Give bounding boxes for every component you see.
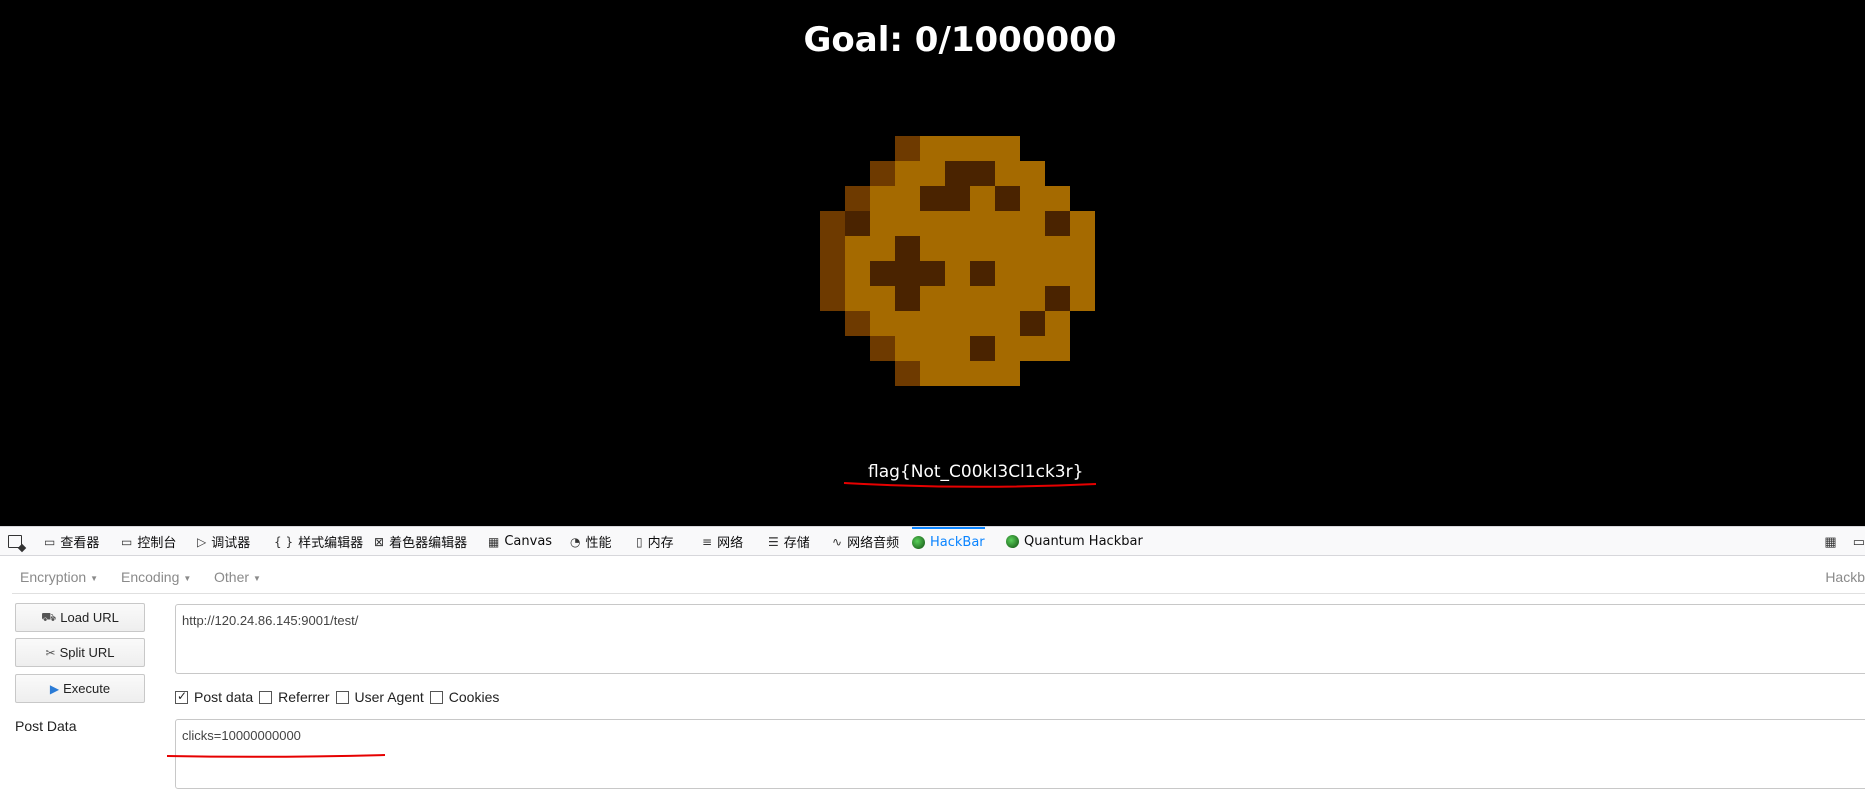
url-textarea[interactable]: http://120.24.86.145:9001/test/ xyxy=(175,604,1865,674)
tab-shader-editor[interactable]: ⊠ 着色器编辑器 xyxy=(374,527,467,556)
tab-inspector[interactable]: ▭ 查看器 xyxy=(44,527,99,556)
split-url-button[interactable]: ✂ Split URL xyxy=(15,638,145,667)
post-data-textarea[interactable]: clicks=10000000000 xyxy=(175,719,1865,789)
cookie-button[interactable] xyxy=(820,136,1095,386)
post-data-checkbox-label: Post data xyxy=(194,689,254,705)
hackbar-menu: Encryption ▼ Encoding ▼ Other ▼ Hackb xyxy=(0,563,1865,593)
network-icon: ≡ xyxy=(702,534,713,549)
load-icon: ⛟ xyxy=(41,609,57,624)
hackbar-icon xyxy=(912,536,925,549)
cookies-checkbox[interactable] xyxy=(429,690,443,704)
encryption-menu[interactable]: Encryption ▼ xyxy=(20,569,98,585)
referrer-checkbox[interactable] xyxy=(259,690,273,704)
debugger-icon: ▷ xyxy=(197,534,207,549)
web-page: Goal: 0/1000000 flag{Not_C00kI3Cl1ck3r} xyxy=(0,0,1865,526)
post-data-checkbox[interactable] xyxy=(175,689,188,704)
caret-down-icon: ▼ xyxy=(253,573,261,583)
execute-button[interactable]: ▶ Execute xyxy=(15,674,145,703)
scissors-icon: ✂ xyxy=(45,645,56,660)
tab-memory[interactable]: ▯ 内存 xyxy=(636,527,674,556)
tab-storage[interactable]: ☰ 存储 xyxy=(768,527,810,556)
element-picker-icon[interactable] xyxy=(8,535,22,548)
cookies-checkbox-label: Cookies xyxy=(448,689,500,705)
divider xyxy=(12,593,1865,594)
post-data-annotation-underline xyxy=(166,754,386,758)
performance-icon: ◔ xyxy=(570,534,581,549)
tab-web-audio[interactable]: ∿ 网络音频 xyxy=(832,527,899,556)
encoding-menu[interactable]: Encoding ▼ xyxy=(121,569,191,585)
hackbar-brand: Hackb xyxy=(1825,569,1865,585)
devtools-tabbar: ▭ 查看器 ▭ 控制台 ▷ 调试器 { } 样式编辑器 ⊠ 着色器编辑器 ▦ C… xyxy=(0,526,1865,556)
storage-icon: ☰ xyxy=(768,534,779,549)
waveform-icon: ∿ xyxy=(832,534,843,549)
braces-icon: { } xyxy=(274,534,294,549)
tab-performance[interactable]: ◔ 性能 xyxy=(570,527,612,556)
tab-hackbar[interactable]: HackBar xyxy=(912,527,985,556)
play-icon: ▶ xyxy=(49,681,60,696)
option-checkboxes: Post data Referrer User Agent Cookies xyxy=(175,689,505,705)
tab-network[interactable]: ≡ 网络 xyxy=(702,527,743,556)
canvas-icon: ▦ xyxy=(488,534,500,549)
console-icon: ▭ xyxy=(121,534,133,549)
devtools-right-controls: ▦ ▭ xyxy=(1824,534,1865,550)
calendar-icon[interactable]: ▦ xyxy=(1824,534,1836,550)
post-data-label: Post Data xyxy=(15,718,77,734)
user-agent-checkbox[interactable] xyxy=(335,690,349,704)
tab-console[interactable]: ▭ 控制台 xyxy=(121,527,176,556)
tab-debugger[interactable]: ▷ 调试器 xyxy=(197,527,250,556)
caret-down-icon: ▼ xyxy=(183,573,192,583)
user-agent-checkbox-label: User Agent xyxy=(354,689,424,705)
goal-heading: Goal: 0/1000000 xyxy=(803,20,1117,60)
other-menu[interactable]: Other ▼ xyxy=(214,569,261,585)
shader-icon: ⊠ xyxy=(374,534,385,549)
cookie-icon xyxy=(820,136,1095,386)
quantum-hackbar-icon xyxy=(1006,535,1019,548)
inspector-icon: ▭ xyxy=(44,534,56,549)
tab-quantum-hackbar[interactable]: Quantum Hackbar xyxy=(1006,527,1143,556)
memory-icon: ▯ xyxy=(636,534,643,549)
flag-annotation-underline xyxy=(843,482,1097,488)
load-url-button[interactable]: ⛟ Load URL xyxy=(15,603,145,632)
tab-canvas[interactable]: ▦ Canvas xyxy=(488,527,552,556)
devtools-panel: ▭ 查看器 ▭ 控制台 ▷ 调试器 { } 样式编辑器 ⊠ 着色器编辑器 ▦ C… xyxy=(0,526,1865,789)
caret-down-icon: ▼ xyxy=(90,573,99,583)
dock-layout-icon[interactable]: ▭ xyxy=(1853,534,1865,550)
referrer-checkbox-label: Referrer xyxy=(278,689,330,705)
tab-style-editor[interactable]: { } 样式编辑器 xyxy=(274,527,363,556)
